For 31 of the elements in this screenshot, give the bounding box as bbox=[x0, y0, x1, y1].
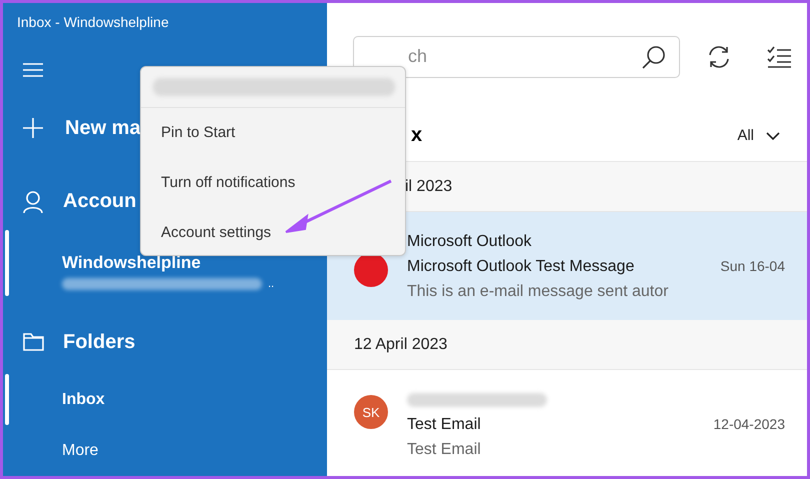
filter-dropdown[interactable]: All bbox=[737, 127, 780, 144]
sender-name: Microsoft Outlook bbox=[407, 232, 532, 252]
folder-item[interactable]: Inbox bbox=[3, 374, 327, 425]
account-address: .. bbox=[268, 278, 274, 290]
sync-icon bbox=[707, 44, 731, 68]
person-icon bbox=[23, 190, 43, 213]
message-item[interactable]: Microsoft Outlook Microsoft Outlook Test Message Sun 16-04 This is an e-mail message sent autor bbox=[327, 212, 807, 320]
menu-icon bbox=[23, 62, 43, 78]
message-preview: Test Email bbox=[407, 440, 482, 460]
avatar: SK bbox=[354, 395, 388, 429]
list-heading: x bbox=[411, 124, 422, 147]
folder-icon bbox=[23, 333, 44, 352]
chevron-icon bbox=[766, 132, 780, 140]
section-heading: Accoun bbox=[63, 190, 136, 214]
menu-item[interactable]: Pin to Start bbox=[141, 108, 405, 158]
new-mail-button[interactable]: New ma bbox=[3, 98, 141, 160]
message-item[interactable]: SK Test Email 12-04-2023 Test Email bbox=[327, 370, 807, 476]
window-title: Inbox - Windowshelpline bbox=[16, 13, 169, 32]
plus-icon bbox=[23, 118, 43, 138]
search-field[interactable]: ch bbox=[353, 36, 680, 78]
message-preview: This is an e-mail message sent autor bbox=[407, 282, 670, 302]
message-subject: Test Email bbox=[407, 415, 481, 435]
checklist-icon bbox=[767, 46, 791, 68]
account-name: Windowshelpline bbox=[62, 254, 201, 272]
folder-item[interactable]: More bbox=[3, 424, 327, 476]
search-icon bbox=[642, 44, 666, 68]
date-header: 12 April 2023 bbox=[327, 320, 807, 370]
message-time: 12-04-2023 bbox=[713, 415, 785, 434]
message-subject: Microsoft Outlook Test Message bbox=[407, 257, 634, 277]
section-heading: Folders bbox=[63, 330, 136, 354]
message-time: Sun 16-04 bbox=[720, 257, 785, 276]
